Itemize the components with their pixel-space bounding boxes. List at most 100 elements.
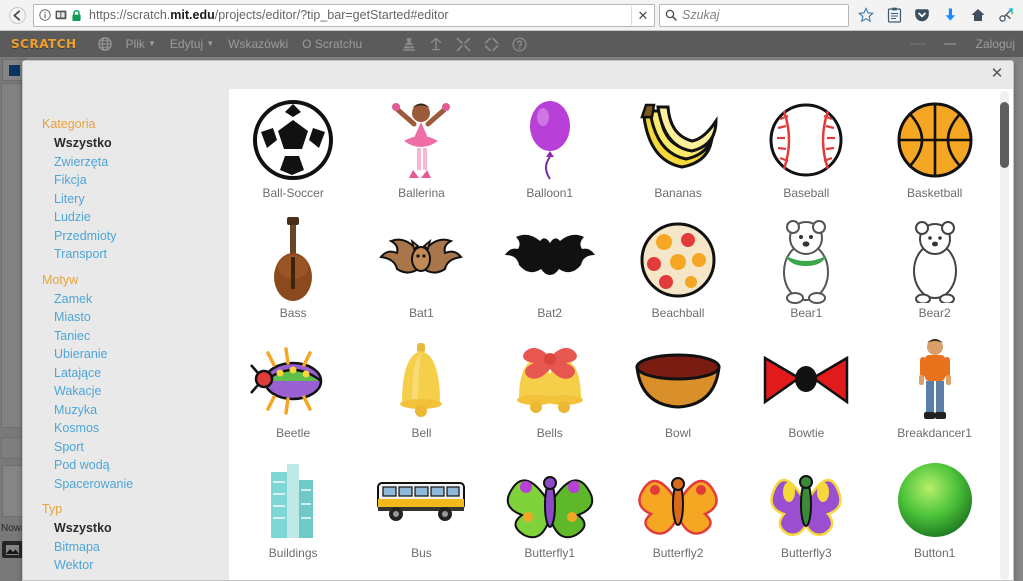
filter-group: Kategoria Wszystko Zwierzęta Fikcja Litery Lu… (23, 111, 229, 264)
scratch-logo[interactable]: SCRATCH (6, 36, 82, 52)
dropdown-placeholder-icon[interactable] (908, 40, 928, 48)
lock-icon[interactable] (71, 9, 82, 22)
sprite-tile[interactable]: Button1 (870, 451, 998, 571)
filter-item-spacerowanie[interactable]: Spacerowanie (23, 475, 229, 494)
back-arrow-icon[interactable] (3, 3, 31, 27)
sprite-tile[interactable]: Bat1 (357, 211, 485, 331)
filter-item-przedmioty[interactable]: Przedmioty (23, 227, 229, 246)
filter-item-transport[interactable]: Transport (23, 245, 229, 264)
sprite-tile[interactable]: Beachball (614, 211, 742, 331)
scrollbar-thumb[interactable] (1000, 102, 1009, 168)
filter-group-heading: Typ (42, 502, 63, 516)
filter-item-zamek[interactable]: Zamek (23, 290, 229, 309)
stamp-icon[interactable] (402, 37, 416, 52)
sprite-tile[interactable]: Buildings (229, 451, 357, 571)
sprite-tile[interactable]: Bus (357, 451, 485, 571)
menu-o-scratchu[interactable]: O Scratchu (302, 37, 362, 51)
expand-icon[interactable] (456, 37, 471, 52)
filter-item-pod-wodą[interactable]: Pod wodą (23, 456, 229, 475)
address-bar[interactable]: https://scratch.mit.edu/projects/editor/… (33, 3, 655, 27)
sprite-grid-scroll-area[interactable]: Ball-Soccer Ballerina Balloon1 Bananas Baseb… (229, 89, 1013, 580)
filter-item-ludzie[interactable]: Ludzie (23, 208, 229, 227)
search-icon (660, 9, 677, 21)
sprite-tile[interactable]: Bear2 (870, 211, 998, 331)
menu-plik-label: Plik (125, 37, 145, 51)
browser-search-box[interactable]: Szukaj (659, 3, 849, 27)
filter-item-kosmos[interactable]: Kosmos (23, 419, 229, 438)
sprite-name: Bowl (665, 426, 692, 440)
sprite-name: Bear1 (790, 306, 823, 320)
scrollbar-track[interactable] (1000, 91, 1009, 580)
sprite-tile[interactable]: Ball-Soccer (229, 91, 357, 211)
filter-item-fikcja[interactable]: Fikcja (23, 171, 229, 190)
filter-item-sport[interactable]: Sport (23, 438, 229, 457)
sprite-tile[interactable]: Bananas (614, 91, 742, 211)
sprite-tile[interactable]: Butterfly3 (742, 451, 870, 571)
filter-item-latające[interactable]: Latające (23, 364, 229, 383)
sprite-name: Bus (411, 546, 432, 560)
home-icon[interactable] (965, 3, 991, 27)
download-icon[interactable] (937, 3, 963, 27)
sprite-library-dialog: Biblioteka duszków ✕ KategoriaWszystkoZw… (22, 60, 1014, 581)
filter-item-miasto[interactable]: Miasto (23, 308, 229, 327)
url-suffix: /projects/editor/?tip_bar=getStarted#edi… (214, 7, 449, 22)
sprite-tile[interactable]: Bell (357, 331, 485, 451)
filter-item-wszystko[interactable]: Wszystko (23, 134, 229, 153)
filter-item-ubieranie[interactable]: Ubieranie (23, 345, 229, 364)
screen: https://scratch.mit.edu/projects/editor/… (0, 0, 1023, 581)
sprite-tile[interactable]: Bowl (614, 331, 742, 451)
search-input[interactable]: Szukaj (677, 5, 720, 26)
sprite-name: Bananas (654, 186, 702, 200)
grow-icon[interactable] (429, 36, 443, 52)
address-bar-icons (34, 9, 82, 22)
filter-item-muzyka[interactable]: Muzyka (23, 401, 229, 420)
filter-item-bitmapa[interactable]: Bitmapa (23, 538, 229, 557)
sprite-tile[interactable]: Ballerina (357, 91, 485, 211)
filter-item-taniec[interactable]: Taniec (23, 327, 229, 346)
library-icon[interactable] (881, 3, 907, 27)
sprite-tile[interactable]: Bowtie (742, 331, 870, 451)
sprite-name: Bear2 (918, 306, 951, 320)
help-icon[interactable] (512, 36, 527, 52)
sprite-name: Bell (411, 426, 432, 440)
sprite-tile[interactable]: Baseball (742, 91, 870, 211)
filter-group: Typ Wszystko Bitmapa Wektor (23, 496, 229, 575)
reader-icon[interactable] (55, 9, 67, 21)
bookmark-star-icon[interactable] (853, 3, 879, 27)
filter-item-zwierzęta[interactable]: Zwierzęta (23, 153, 229, 172)
filter-item-wszystko[interactable]: Wszystko (23, 519, 229, 538)
info-icon[interactable] (39, 9, 51, 21)
sprite-tile[interactable]: Bear1 (742, 211, 870, 331)
sprite-name: Breakdancer1 (897, 426, 972, 440)
sprite-tile[interactable]: Basketball (870, 91, 998, 211)
sprite-tile[interactable]: Breakdancer1 (870, 331, 998, 451)
filter-item-wakacje[interactable]: Wakacje (23, 382, 229, 401)
account-icon[interactable] (993, 3, 1019, 27)
shrink-icon[interactable] (484, 37, 499, 52)
button-green-icon (887, 455, 983, 545)
sprite-tile[interactable]: Butterfly2 (614, 451, 742, 571)
sprite-tile[interactable]: Bells (486, 331, 614, 451)
menu-edytuj[interactable]: Edytuj ▼ (170, 37, 214, 51)
menu-plik[interactable]: Plik ▼ (126, 37, 156, 51)
close-icon[interactable]: ✕ (988, 64, 1006, 82)
scratch-bar-right: Zaloguj (908, 37, 1023, 51)
account-menu-icon[interactable] (942, 40, 962, 48)
sprite-tile[interactable]: Beetle (229, 331, 357, 451)
pocket-icon[interactable] (909, 3, 935, 27)
bus-icon (373, 455, 469, 545)
filter-item-wektor[interactable]: Wektor (23, 556, 229, 575)
login-link[interactable]: Zaloguj (976, 37, 1015, 51)
clear-url-button[interactable]: ✕ (631, 5, 654, 25)
ballerina-icon (373, 95, 469, 185)
bells-icon (502, 335, 598, 425)
sprite-name: Butterfly3 (780, 546, 832, 560)
sprite-tile[interactable]: Butterfly1 (486, 451, 614, 571)
sprite-tile[interactable]: Bass (229, 211, 357, 331)
language-globe-icon[interactable] (97, 37, 112, 51)
sprite-tile[interactable]: Bat2 (486, 211, 614, 331)
menu-wskazowki[interactable]: Wskazówki (228, 37, 288, 51)
butterfly-orange-icon (630, 455, 726, 545)
filter-item-litery[interactable]: Litery (23, 190, 229, 209)
sprite-tile[interactable]: Balloon1 (486, 91, 614, 211)
